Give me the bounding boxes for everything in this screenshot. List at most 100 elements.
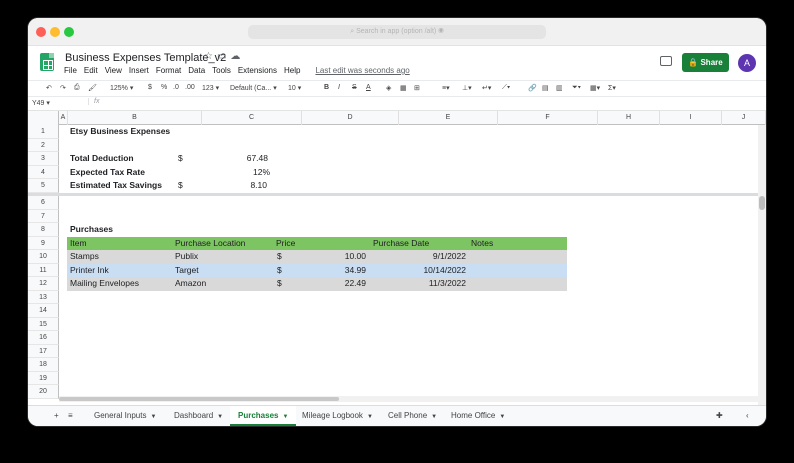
row-header-13[interactable]: 13 <box>28 290 59 304</box>
row-header-5[interactable]: 5 <box>28 179 59 193</box>
column-header-d[interactable]: D <box>302 111 399 125</box>
row-header-2[interactable]: 2 <box>28 138 59 152</box>
row-header-10[interactable]: 10 <box>28 250 59 264</box>
tab-dashboard[interactable]: Dashboard ▼ <box>166 406 231 426</box>
purchases-header-item[interactable]: Item <box>70 237 170 251</box>
purchases-header-location[interactable]: Purchase Location <box>175 237 275 251</box>
functions-icon[interactable]: Σ▾ <box>608 84 616 92</box>
redo-icon[interactable]: ↷ <box>60 84 66 92</box>
avatar[interactable]: A <box>738 54 756 72</box>
row-header-11[interactable]: 11 <box>28 263 59 277</box>
fill-color-icon[interactable]: ◈ <box>386 84 391 92</box>
maximize-window-button[interactable] <box>64 27 74 37</box>
spreadsheet-grid[interactable]: A B C D E F H I J 1 2 3 4 5 6 7 8 9 10 1… <box>28 111 766 407</box>
collapse-side-panel-icon[interactable]: ‹ <box>738 406 757 426</box>
purchases-header-date[interactable]: Purchase Date <box>373 237 453 251</box>
purchases-header-price[interactable]: Price <box>276 237 356 251</box>
tax-rate-label[interactable]: Expected Tax Rate <box>70 166 200 180</box>
tab-purchases[interactable]: Purchases ▼ <box>230 406 297 426</box>
row-header-6[interactable]: 6 <box>28 196 59 210</box>
row-header-20[interactable]: 20 <box>28 385 59 399</box>
row-item[interactable]: Stamps <box>70 250 170 264</box>
tab-general-inputs[interactable]: General Inputs ▼ <box>86 406 164 426</box>
tax-savings-value[interactable]: 8.10 <box>208 179 267 193</box>
tab-mileage-logbook[interactable]: Mileage Logbook ▼ <box>294 406 381 426</box>
tab-home-office[interactable]: Home Office ▼ <box>443 406 513 426</box>
menu-data[interactable]: Data <box>188 66 205 75</box>
insert-chart-icon[interactable]: ▥ <box>556 84 563 92</box>
more-formats-button[interactable]: 123 ▾ <box>202 84 219 92</box>
increase-decimal-button[interactable]: .00 <box>185 84 195 91</box>
merge-cells-icon[interactable]: ⊞ <box>414 84 420 92</box>
paint-format-icon[interactable]: 🖌 <box>88 84 97 92</box>
row-item[interactable]: Mailing Envelopes <box>70 277 170 291</box>
menu-extensions[interactable]: Extensions <box>238 66 277 75</box>
vertical-scrollbar[interactable] <box>758 125 766 407</box>
row-header-3[interactable]: 3 <box>28 152 59 166</box>
purchases-header-notes[interactable]: Notes <box>471 237 551 251</box>
strikethrough-button[interactable]: S <box>352 84 357 91</box>
row-header-15[interactable]: 15 <box>28 317 59 331</box>
row-header-18[interactable]: 18 <box>28 358 59 372</box>
text-wrap-icon[interactable]: ↵▾ <box>482 84 491 92</box>
last-edit-link[interactable]: Last edit was seconds ago <box>315 66 409 75</box>
row-header-4[interactable]: 4 <box>28 165 59 179</box>
tax-savings-currency[interactable]: $ <box>178 179 198 193</box>
select-all-corner[interactable] <box>28 111 59 125</box>
column-header-b[interactable]: B <box>68 111 202 125</box>
cloud-status-icon[interactable]: ☁ <box>230 51 244 62</box>
decrease-decimal-button[interactable]: .0 <box>173 84 179 91</box>
row-price[interactable]: 10.00 <box>308 250 366 264</box>
total-deduction-value[interactable]: 67.48 <box>208 152 268 166</box>
explore-icon[interactable]: ✚ <box>708 406 731 426</box>
insert-link-icon[interactable]: 🔗 <box>528 84 537 92</box>
star-icon[interactable]: ☆ <box>204 51 217 62</box>
column-header-a[interactable]: A <box>59 111 68 125</box>
row-location[interactable]: Publix <box>175 250 275 264</box>
percent-format-button[interactable]: % <box>161 84 167 91</box>
row-price[interactable]: 34.99 <box>308 264 366 278</box>
row-currency[interactable]: $ <box>277 277 297 291</box>
vertical-align-icon[interactable]: ⊥▾ <box>462 84 472 92</box>
column-header-h[interactable]: H <box>598 111 660 125</box>
row-header-17[interactable]: 17 <box>28 344 59 358</box>
column-header-j[interactable]: J <box>722 111 766 125</box>
text-color-button[interactable]: A <box>366 84 371 91</box>
row-header-14[interactable]: 14 <box>28 304 59 318</box>
row-currency[interactable]: $ <box>277 264 297 278</box>
comment-history-icon[interactable] <box>660 56 672 66</box>
share-button[interactable]: 🔒 Share <box>682 53 729 72</box>
row-header-9[interactable]: 9 <box>28 236 59 250</box>
row-header-1[interactable]: 1 <box>28 125 59 139</box>
row-item[interactable]: Printer Ink <box>70 264 170 278</box>
menu-insert[interactable]: Insert <box>129 66 149 75</box>
font-select[interactable]: Default (Ca... ▾ <box>230 84 277 92</box>
row-currency[interactable]: $ <box>277 250 297 264</box>
all-sheets-icon[interactable]: ≡ <box>60 406 81 426</box>
column-header-c[interactable]: C <box>202 111 302 125</box>
frozen-rows-divider[interactable] <box>28 193 766 196</box>
tax-rate-value[interactable]: 12% <box>208 166 270 180</box>
row-location[interactable]: Amazon <box>175 277 275 291</box>
text-rotation-icon[interactable]: ⟋▾ <box>502 84 510 92</box>
purchases-title[interactable]: Purchases <box>70 223 200 237</box>
filter-views-icon[interactable]: ▦▾ <box>590 84 600 92</box>
sheets-logo-icon[interactable] <box>40 53 54 71</box>
row-header-16[interactable]: 16 <box>28 331 59 345</box>
row-location[interactable]: Target <box>175 264 275 278</box>
filter-icon[interactable]: ⏷▾ <box>572 84 581 92</box>
bold-button[interactable]: B <box>324 84 329 91</box>
vertical-scroll-thumb[interactable] <box>759 196 765 210</box>
menu-edit[interactable]: Edit <box>84 66 98 75</box>
app-search-bar[interactable]: ⌕ Search in app (option /alt) ◉ <box>248 25 546 39</box>
row-date[interactable]: 11/3/2022 <box>388 277 466 291</box>
total-deduction-currency[interactable]: $ <box>178 152 198 166</box>
column-header-e[interactable]: E <box>399 111 498 125</box>
menu-tools[interactable]: Tools <box>212 66 231 75</box>
menu-view[interactable]: View <box>105 66 122 75</box>
menu-file[interactable]: File <box>64 66 77 75</box>
row-header-7[interactable]: 7 <box>28 209 59 223</box>
horizontal-align-icon[interactable]: ≡▾ <box>442 84 450 92</box>
row-price[interactable]: 22.49 <box>308 277 366 291</box>
row-header-12[interactable]: 12 <box>28 277 59 291</box>
